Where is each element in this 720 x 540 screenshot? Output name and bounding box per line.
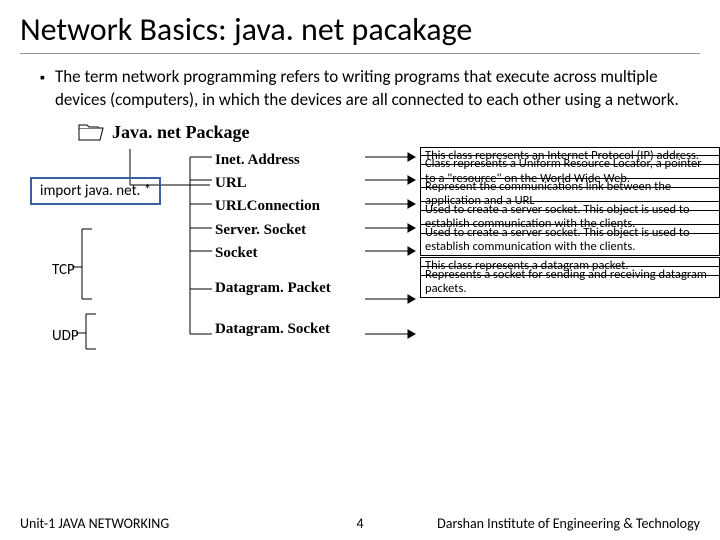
import-statement: import java. net. * — [30, 177, 161, 205]
footer: Unit-1 JAVA NETWORKING 4 Darshan Institu… — [0, 515, 720, 532]
desc-socket: Used to create a server socket. This obj… — [420, 224, 720, 257]
class-list: Inet. Address URL URLConnection Server. … — [215, 149, 331, 342]
class-datagramsocket: Datagram. Socket — [215, 318, 331, 341]
class-inetaddress: Inet. Address — [215, 149, 331, 172]
package-header-text: Java. net Package — [112, 122, 249, 143]
footer-right: Darshan Institute of Engineering & Techn… — [437, 515, 700, 532]
protocol-udp: UDP — [52, 327, 79, 345]
class-url: URL — [215, 172, 331, 195]
class-serversocket: Server. Socket — [215, 219, 331, 242]
desc-datagramsocket: Represents a socket for sending and rece… — [420, 266, 720, 299]
bullet-text: The term network programming refers to w… — [40, 66, 700, 112]
package-header: Java. net Package — [78, 122, 700, 143]
protocol-tcp: TCP — [52, 261, 75, 279]
footer-page: 4 — [356, 515, 363, 532]
bullet-content: The term network programming refers to w… — [55, 66, 700, 112]
footer-left: Unit-1 JAVA NETWORKING — [20, 515, 169, 532]
descriptions: This class represents an Internet Protoc… — [420, 147, 720, 294]
class-urlconnection: URLConnection — [215, 195, 331, 218]
diagram: import java. net. * TCP UDP Inet. Addres… — [30, 149, 700, 409]
folder-icon — [78, 122, 104, 142]
slide-title: Network Basics: java. net pacakage — [20, 10, 700, 54]
class-socket: Socket — [215, 242, 331, 265]
class-datagrampacket: Datagram. Packet — [215, 277, 331, 300]
